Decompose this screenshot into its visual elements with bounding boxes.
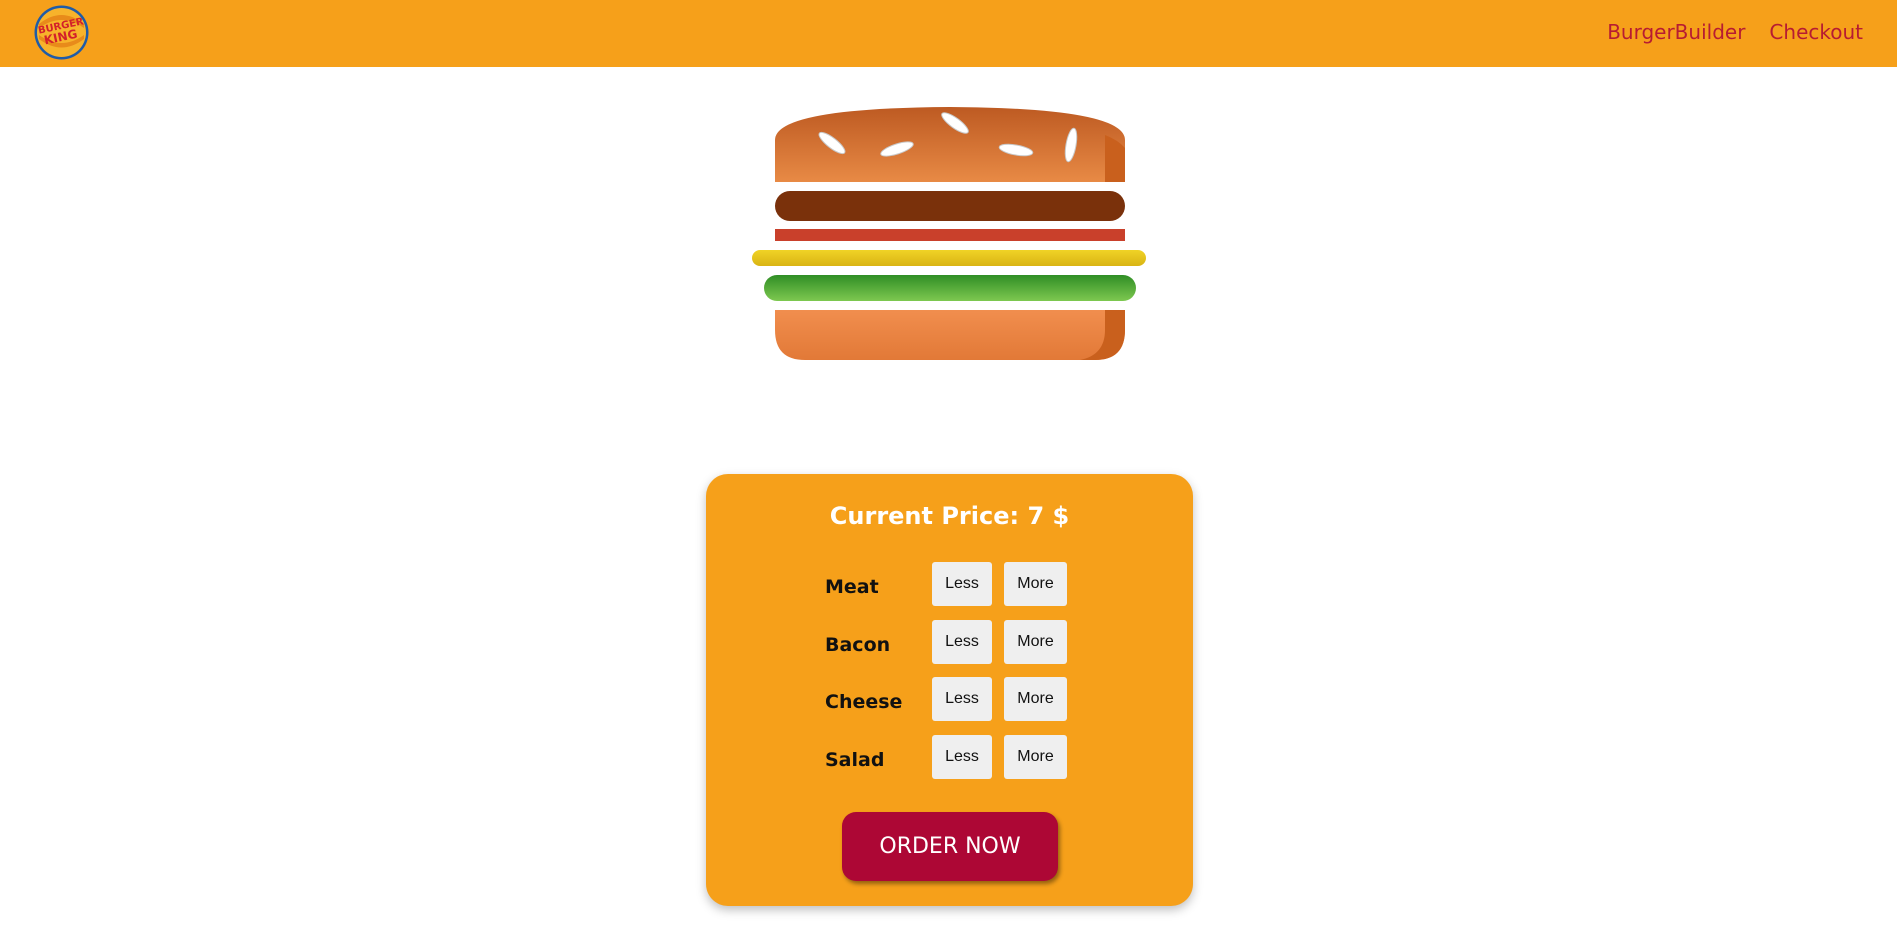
ingredient-row-salad: Salad Less More bbox=[825, 734, 1085, 793]
burger-preview bbox=[752, 107, 1146, 360]
salad-less-button[interactable]: Less bbox=[932, 734, 992, 779]
ingredient-row-meat: Meat Less More bbox=[825, 562, 1085, 620]
order-now-button[interactable]: ORDER NOW bbox=[842, 812, 1058, 881]
bacon-layer bbox=[775, 229, 1125, 241]
ingredient-label: Salad bbox=[825, 748, 885, 771]
ingredient-row-bacon: Bacon Less More bbox=[825, 619, 1085, 678]
salad-layer bbox=[764, 275, 1136, 301]
bread-bottom bbox=[775, 310, 1125, 360]
ingredient-row-cheese: Cheese Less More bbox=[825, 677, 1085, 735]
ingredient-label: Cheese bbox=[825, 691, 903, 713]
cheese-less-button[interactable]: Less bbox=[932, 677, 992, 721]
current-price: Current Price: 7 $ bbox=[829, 502, 1070, 530]
meat-more-button[interactable]: More bbox=[1004, 562, 1067, 606]
salad-more-button[interactable]: More bbox=[1004, 734, 1067, 779]
cheese-more-button[interactable]: More bbox=[1004, 677, 1067, 721]
ingredient-controls: Meat Less More Bacon Less More Cheese Le… bbox=[825, 562, 1085, 792]
bacon-more-button[interactable]: More bbox=[1004, 619, 1067, 664]
ingredient-label: Meat bbox=[825, 576, 879, 598]
cheese-layer bbox=[752, 250, 1146, 266]
ingredient-label: Bacon bbox=[825, 633, 891, 656]
meat-less-button[interactable]: Less bbox=[932, 562, 992, 606]
build-controls-panel: Current Price: 7 $ Meat Less More Bacon … bbox=[706, 474, 1193, 906]
meat-layer bbox=[775, 191, 1125, 221]
bread-top bbox=[775, 107, 1125, 182]
bacon-less-button[interactable]: Less bbox=[932, 619, 992, 664]
